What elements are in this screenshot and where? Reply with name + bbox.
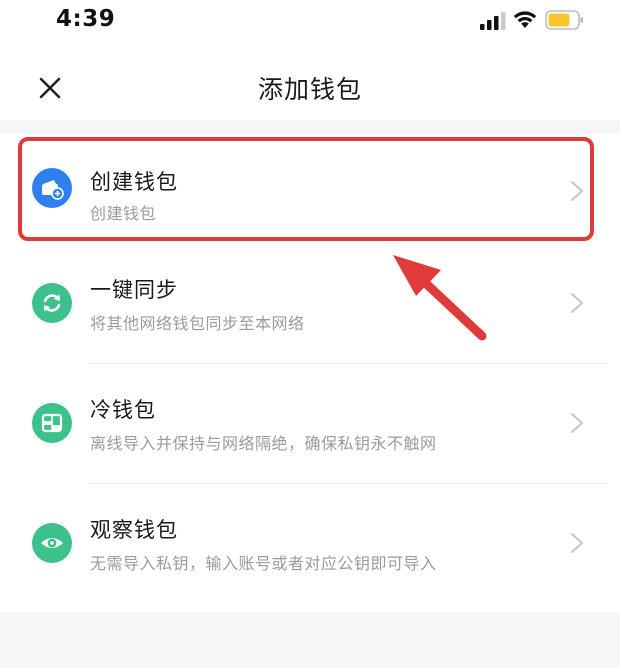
option-description: 将其他网络钱包同步至本网络 (90, 314, 305, 333)
signal-icon (480, 12, 506, 30)
section-separator (0, 120, 620, 134)
sync-icon (32, 283, 72, 323)
status-time: 4:39 (56, 6, 116, 32)
option-description: 离线导入并保持与网络隔绝，确保私钥永不触网 (90, 434, 437, 453)
chevron-right-icon (571, 181, 583, 201)
option-title: 创建钱包 (90, 170, 178, 194)
wallet-add-icon (32, 168, 72, 208)
option-description: 创建钱包 (90, 204, 157, 223)
add-wallet-screen: 4:39 添加钱包 创建钱包 创建钱包 一键同步 将其他网络钱包同步至本网络 冷… (0, 0, 620, 668)
bottom-blank-area (0, 612, 620, 668)
page-title: 添加钱包 (257, 75, 362, 104)
option-description: 无需导入私钥，输入账号或者对应公钥即可导入 (90, 554, 437, 573)
option-create-wallet[interactable]: 创建钱包 创建钱包 (0, 134, 620, 244)
option-cold-wallet[interactable]: 冷钱包 离线导入并保持与网络隔绝，确保私钥永不触网 (0, 364, 620, 484)
battery-icon (545, 10, 583, 30)
option-watch-wallet[interactable]: 观察钱包 无需导入私钥，输入账号或者对应公钥即可导入 (0, 484, 620, 604)
header: 添加钱包 (0, 56, 620, 120)
option-title: 冷钱包 (90, 398, 156, 422)
chevron-right-icon (571, 533, 583, 553)
chevron-right-icon (571, 293, 583, 313)
wallet-option-list: 创建钱包 创建钱包 一键同步 将其他网络钱包同步至本网络 冷钱包 离线导入并保持… (0, 134, 620, 604)
wifi-icon (513, 11, 537, 28)
cold-wallet-icon (32, 403, 72, 443)
status-bar: 4:39 (0, 0, 620, 44)
option-title: 一键同步 (90, 278, 178, 302)
option-one-click-sync[interactable]: 一键同步 将其他网络钱包同步至本网络 (0, 244, 620, 364)
eye-icon (32, 523, 72, 563)
option-title: 观察钱包 (90, 518, 178, 542)
chevron-right-icon (571, 413, 583, 433)
